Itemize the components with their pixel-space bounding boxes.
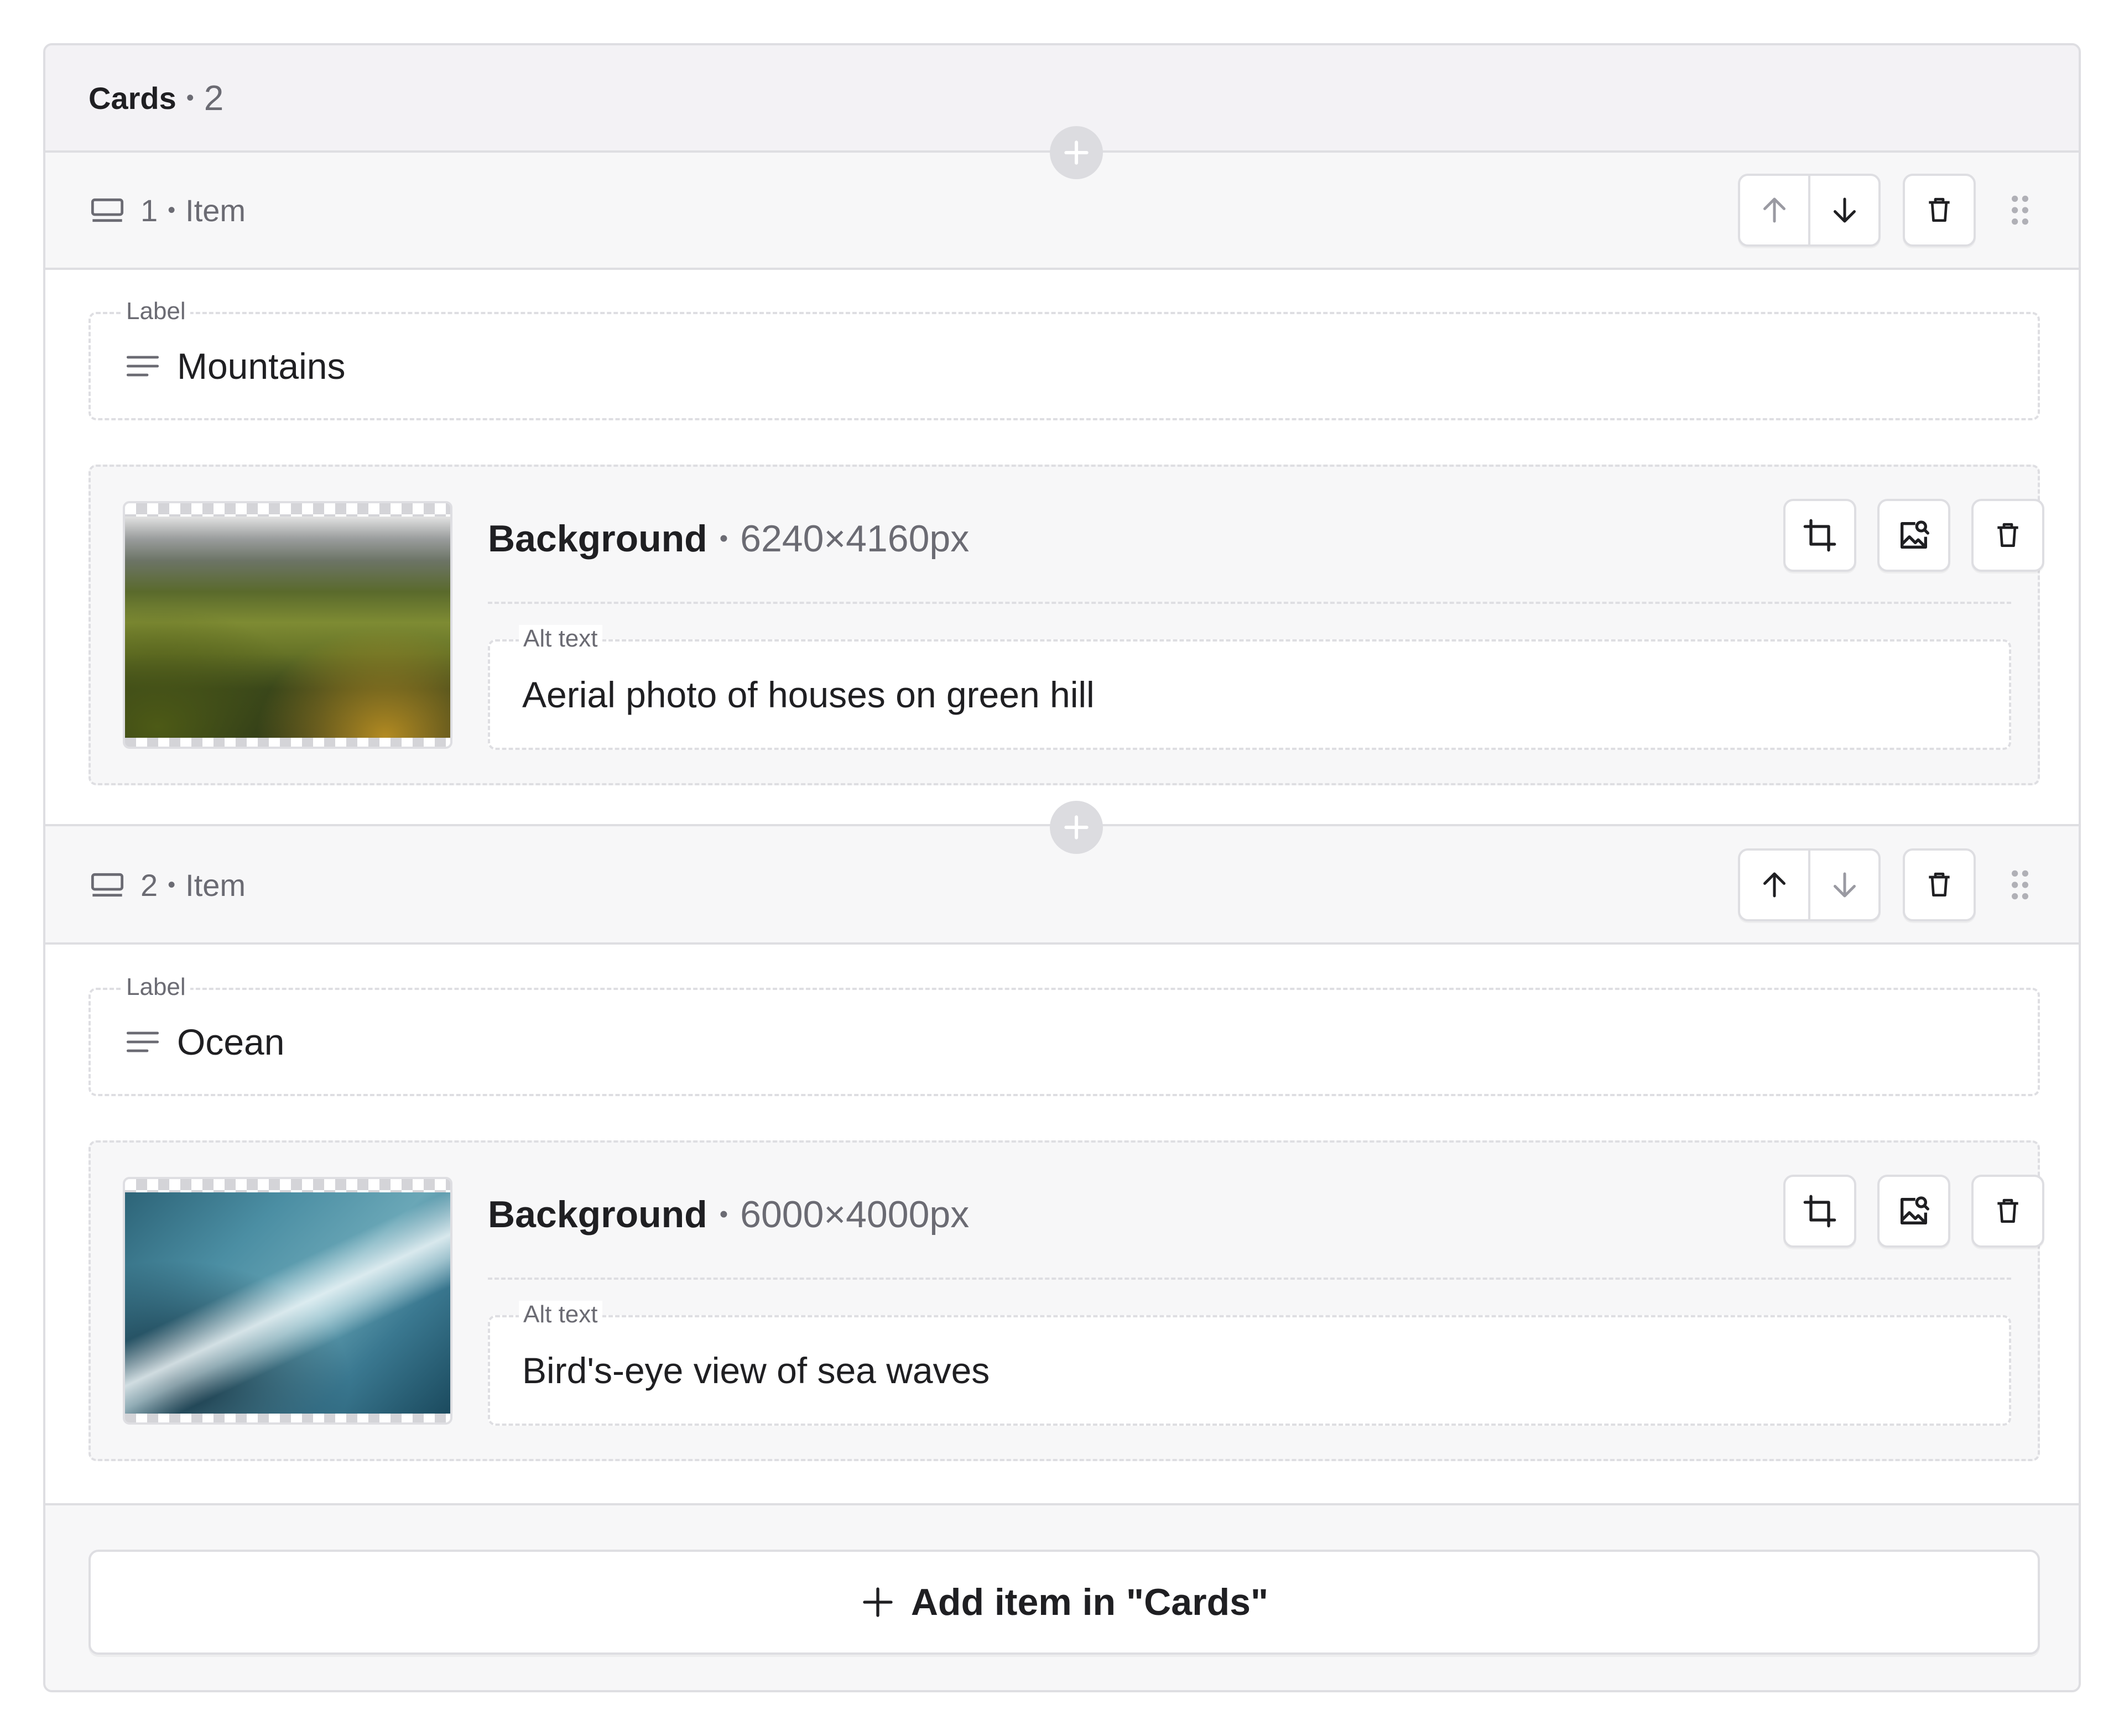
delete-item-button[interactable] [1903,174,1976,247]
plus-icon [1064,815,1089,840]
trash-icon [1929,197,1950,222]
image-name: Background [488,518,707,560]
image-search-icon [1901,1196,1929,1224]
label-text: Ocean [177,1021,285,1062]
alt-text-field[interactable]: Alt text Aerial photo of houses on green… [488,625,2011,750]
move-up-button[interactable] [1740,851,1808,919]
remove-image-button[interactable] [1971,1175,2044,1248]
panel-footer: Add item in "Cards" [45,1505,2079,1690]
separator-dot: • [168,872,176,897]
crop-icon [1803,1195,1836,1228]
block-icon [91,873,124,897]
drag-handle-icon [2012,870,2028,900]
separator-dot: • [719,1201,728,1228]
insert-item-button[interactable] [1050,126,1103,179]
separator-dot: • [168,197,176,222]
item-type-label: Item [185,867,246,903]
item-type-label: Item [185,192,246,228]
divider [488,1278,2011,1280]
item-body: Label Mountains Background • 6240×4160px [45,270,2079,826]
alt-text-value[interactable]: Aerial photo of houses on green hill [522,642,1095,748]
move-button-group [1738,174,1881,247]
trash-icon [1929,872,1950,896]
remove-image-button[interactable] [1971,499,2044,572]
plus-icon [1064,140,1089,165]
alt-text-field[interactable]: Alt text Bird's-eye view of sea waves [488,1301,2011,1426]
panel-title: Cards [88,80,176,116]
label-value[interactable]: Ocean [125,990,284,1094]
arrow-up-icon [1763,872,1785,898]
crop-button[interactable] [1783,1175,1856,1248]
image-field: Background • 6240×4160px Alt text Aerial… [88,465,2044,785]
item-index: 1 [140,192,158,228]
drag-handle[interactable] [2003,194,2037,227]
crop-button[interactable] [1783,499,1856,572]
panel-count: 2 [204,78,224,118]
add-item-label: Add item in "Cards" [910,1581,1269,1623]
arrow-up-icon [1763,197,1785,223]
item-index: 2 [140,867,158,903]
arrow-down-icon [1833,197,1856,223]
block-icon [91,198,124,222]
label-field[interactable]: Label Mountains [88,298,2040,420]
image-field: Background • 6000×4000px Alt text Bird's… [88,1140,2044,1461]
image-dimensions: 6240×4160px [740,518,970,560]
add-item-button[interactable]: Add item in "Cards" [88,1550,2040,1655]
lines-icon [125,352,160,380]
move-button-group [1738,848,1881,921]
arrow-down-icon [1833,872,1856,898]
separator-dot: • [719,525,728,552]
image-thumbnail[interactable] [123,501,452,749]
move-down-button[interactable] [1808,851,1878,919]
image-title: Background • 6000×4000px [488,1187,969,1242]
trash-icon [1997,1198,2018,1223]
image-title: Background • 6240×4160px [488,511,969,566]
crop-icon [1803,519,1836,552]
trash-icon [1997,523,2018,547]
image-dimensions: 6000×4000px [740,1193,970,1235]
label-text: Mountains [177,346,346,387]
mountain-photo [125,517,450,738]
ocean-photo [125,1192,450,1414]
replace-image-button[interactable] [1877,499,1950,572]
insert-item-button[interactable] [1050,801,1103,854]
drag-handle[interactable] [2003,868,2037,901]
move-down-button[interactable] [1808,176,1878,244]
divider [488,602,2011,604]
lines-icon [125,1028,160,1056]
move-up-button[interactable] [1740,176,1808,244]
item-body: Label Ocean Background • 6000×4000px Alt… [45,945,2079,1505]
image-name: Background [488,1193,707,1235]
separator-dot: • [186,85,194,110]
image-thumbnail[interactable] [123,1177,452,1425]
replace-image-button[interactable] [1877,1175,1950,1248]
plus-icon [860,1584,896,1620]
delete-item-button[interactable] [1903,848,1976,921]
drag-handle-icon [2012,195,2028,225]
label-field[interactable]: Label Ocean [88,973,2040,1096]
image-search-icon [1901,520,1929,549]
alt-text-value[interactable]: Bird's-eye view of sea waves [522,1317,990,1424]
label-value[interactable]: Mountains [125,314,346,418]
cards-panel: Cards • 2 1 • Item Label Mountains Backg… [43,43,2081,1692]
